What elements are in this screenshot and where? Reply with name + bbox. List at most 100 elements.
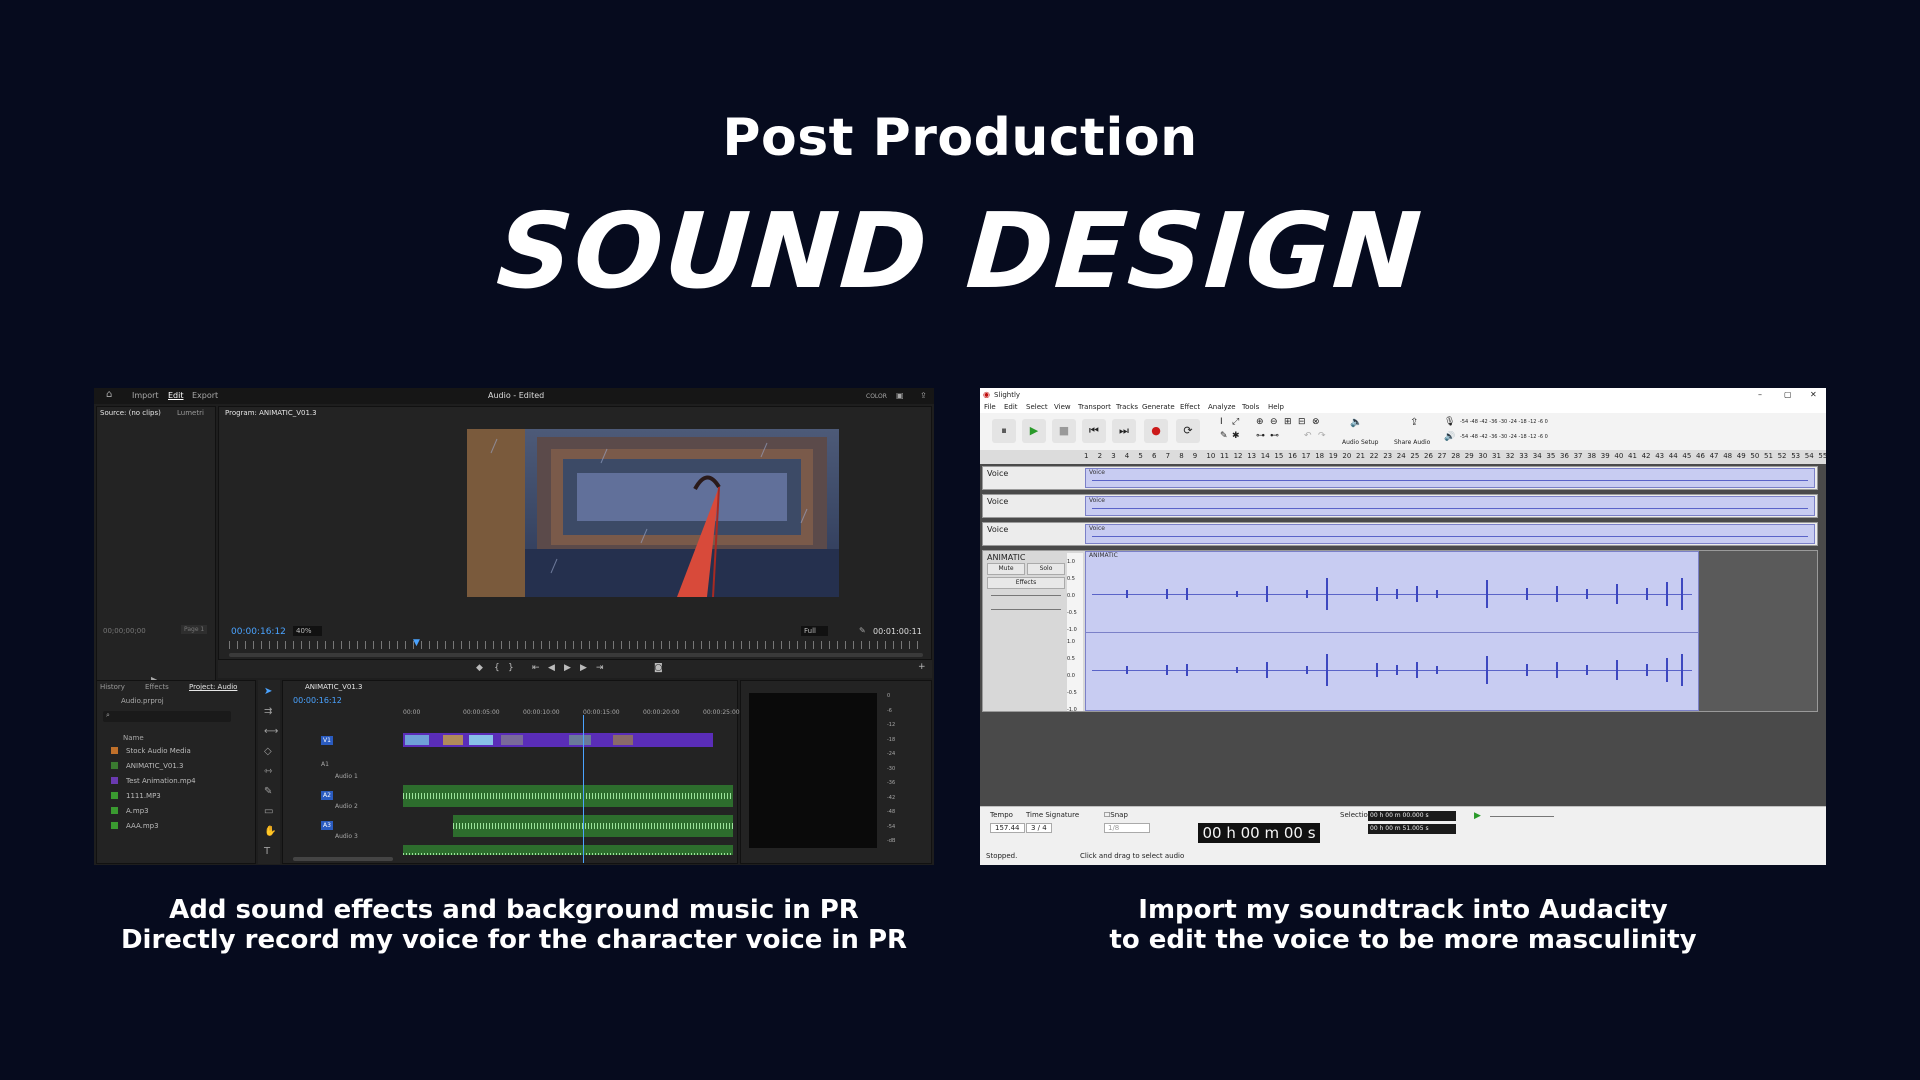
stop-button[interactable]: ■: [1052, 419, 1076, 443]
mic-icon[interactable]: 🎙: [1444, 417, 1455, 427]
razor-icon[interactable]: ◇: [264, 746, 272, 757]
voice-track-3[interactable]: Voice Voice: [982, 522, 1818, 546]
project-list-item[interactable]: AAA.mp3: [111, 822, 159, 830]
animatic-clip[interactable]: ANIMATIC: [1085, 551, 1699, 711]
track-select-icon[interactable]: ⇉: [264, 706, 272, 717]
home-icon[interactable]: ⌂: [106, 389, 112, 400]
video-thumb-4[interactable]: [501, 735, 523, 745]
sequence-timecode[interactable]: 00:00:16:12: [293, 696, 342, 705]
menu-item-analyze[interactable]: Analyze: [1208, 403, 1236, 411]
snap-checkbox[interactable]: ☐ Snap: [1104, 811, 1128, 819]
envelope-tool-icon[interactable]: ⤢: [1232, 417, 1239, 427]
pause-button[interactable]: ⏸: [992, 419, 1016, 443]
zoom-out-icon[interactable]: ⊖: [1270, 417, 1278, 427]
audio-a2-clip[interactable]: [403, 785, 733, 807]
rectangle-icon[interactable]: ▭: [264, 806, 273, 817]
menu-item-tools[interactable]: Tools: [1242, 403, 1259, 411]
project-list-item[interactable]: ANIMATIC_V01.3: [111, 762, 183, 770]
audio-a3-clip[interactable]: [453, 815, 733, 837]
tab-source[interactable]: Source: (no clips): [100, 409, 161, 417]
fit-selection-icon[interactable]: ⊞: [1284, 417, 1292, 427]
undo-icon[interactable]: ↶: [1304, 431, 1312, 441]
track-a1-label[interactable]: A1: [321, 761, 329, 768]
selection-end-input[interactable]: 00 h 00 m 51.005 s: [1368, 824, 1456, 834]
multi-tool-icon[interactable]: ✱: [1232, 431, 1240, 441]
audio-setup-button[interactable]: Audio Setup: [1342, 439, 1378, 446]
in-point-icon[interactable]: {: [494, 663, 500, 673]
selection-tool-icon[interactable]: I: [1220, 417, 1223, 427]
video-thumb-1[interactable]: [405, 735, 429, 745]
menu-item-help[interactable]: Help: [1268, 403, 1284, 411]
play-button[interactable]: ▶: [1022, 419, 1046, 443]
menu-item-generate[interactable]: Generate: [1142, 403, 1175, 411]
loop-button[interactable]: ⟳: [1176, 419, 1200, 443]
fit-project-icon[interactable]: ⊟: [1298, 417, 1306, 427]
program-ruler[interactable]: [229, 641, 923, 649]
timeline-scrollbar[interactable]: [293, 857, 393, 861]
quality-select[interactable]: Full: [801, 626, 828, 636]
playhead-line[interactable]: [583, 715, 584, 863]
tab-lumetri[interactable]: Lumetri: [177, 409, 204, 417]
pen-icon[interactable]: ✎: [264, 786, 272, 797]
share-icon[interactable]: ⇪: [920, 391, 927, 400]
effects-button[interactable]: Effects: [987, 577, 1065, 589]
minimize-icon[interactable]: –: [1758, 390, 1762, 399]
add-button-icon[interactable]: +: [918, 662, 926, 672]
selection-start-input[interactable]: 00 h 00 m 00.000 s: [1368, 811, 1456, 821]
tab-export[interactable]: Export: [192, 391, 218, 400]
type-icon[interactable]: T: [264, 846, 270, 857]
maximize-icon[interactable]: ▢: [1784, 390, 1792, 399]
video-thumb-6[interactable]: [613, 735, 633, 745]
goto-in-icon[interactable]: ⇤: [532, 663, 540, 673]
project-list-item[interactable]: Test Animation.mp4: [111, 777, 196, 785]
tab-edit[interactable]: Edit: [168, 391, 184, 400]
share-icon[interactable]: ⇪: [1410, 417, 1418, 428]
project-list-item[interactable]: Stock Audio Media: [111, 747, 191, 755]
track-name[interactable]: Voice: [987, 469, 1008, 478]
play-button-icon[interactable]: ▶: [564, 663, 571, 673]
menu-item-file[interactable]: File: [984, 403, 996, 411]
project-list-item[interactable]: 1111.MP3: [111, 792, 161, 800]
redo-icon[interactable]: ↷: [1318, 431, 1326, 441]
voice-clip-1[interactable]: Voice: [1085, 468, 1815, 488]
name-column-header[interactable]: Name: [123, 734, 144, 742]
animatic-track[interactable]: ANIMATIC Mute Solo Effects 1.0 0.5 0.0 -0.5…: [982, 550, 1818, 713]
wrench-icon[interactable]: ✎: [859, 626, 866, 635]
tab-import[interactable]: Import: [132, 391, 159, 400]
project-list-item[interactable]: A.mp3: [111, 807, 149, 815]
voice-track-1[interactable]: Voice Voice: [982, 466, 1818, 490]
menu-item-view[interactable]: View: [1054, 403, 1071, 411]
camera-icon[interactable]: ◙: [654, 663, 663, 673]
track-a2-label[interactable]: A2: [321, 791, 333, 800]
gain-slider[interactable]: [991, 595, 1061, 596]
record-button[interactable]: ●: [1144, 419, 1168, 443]
tab-effects[interactable]: Effects: [145, 683, 169, 691]
menu-item-select[interactable]: Select: [1026, 403, 1048, 411]
step-back-icon[interactable]: ◀: [548, 663, 555, 673]
time-signature-input[interactable]: 3 / 4: [1026, 823, 1052, 833]
program-scrollbar[interactable]: [229, 653, 923, 657]
share-audio-button[interactable]: Share Audio: [1394, 439, 1430, 446]
slip-icon[interactable]: ⇿: [264, 766, 272, 777]
skip-start-button[interactable]: ⏮: [1082, 419, 1106, 443]
goto-out-icon[interactable]: ⇥: [596, 663, 604, 673]
ripple-edit-icon[interactable]: ⟷: [264, 726, 278, 737]
voice-clip-3[interactable]: Voice: [1085, 524, 1815, 544]
silence-icon[interactable]: ⊷: [1270, 431, 1279, 441]
record-meter-scale[interactable]: -54 -48 -42 -36 -30 -24 -18 -12 -6 0: [1460, 419, 1548, 425]
hand-icon[interactable]: ✋: [264, 826, 276, 837]
menu-item-effect[interactable]: Effect: [1180, 403, 1200, 411]
speaker-meter-icon[interactable]: 🔊: [1444, 432, 1455, 442]
pan-slider[interactable]: [991, 609, 1061, 610]
playhead-marker[interactable]: ▼: [413, 638, 420, 648]
panel-layout-icon[interactable]: ▣: [896, 391, 904, 400]
video-thumb-3[interactable]: [469, 735, 493, 745]
video-thumb-2[interactable]: [443, 735, 463, 745]
voice-track-2[interactable]: Voice Voice: [982, 494, 1818, 518]
timeline-ruler[interactable]: 1 2 3 4 5 6 7 8 9 10 11 12 13 14 15 16 17 18 19 20 21 22 23 24 2…: [980, 450, 1826, 464]
step-forward-icon[interactable]: ▶: [580, 663, 587, 673]
zoom-in-icon[interactable]: ⊕: [1256, 417, 1264, 427]
solo-button[interactable]: Solo: [1027, 563, 1065, 575]
timeline-ruler[interactable]: 00:00 00:00:05:00 00:00:10:00 00:00:15:00 00…: [403, 709, 740, 719]
project-search-input[interactable]: ⌕: [103, 711, 231, 722]
